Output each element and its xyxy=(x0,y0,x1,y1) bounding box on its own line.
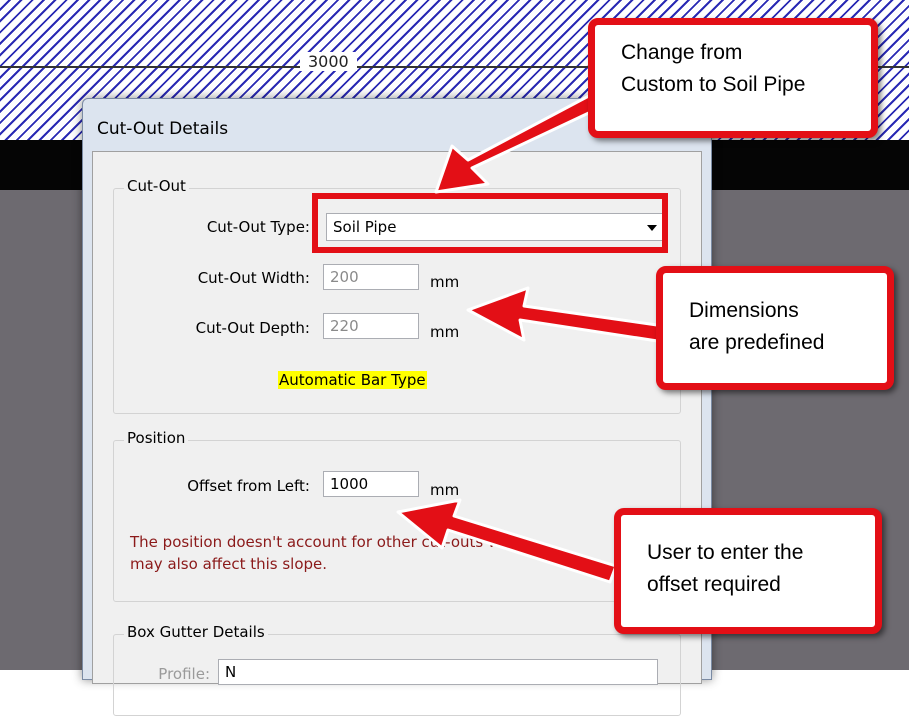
arrow-to-offset-field xyxy=(396,498,618,584)
callout-type-change-line1: Change from xyxy=(621,41,743,64)
callout-dimensions: Dimensions are predefined xyxy=(656,266,894,390)
callout-offset-line2: offset required xyxy=(647,573,781,596)
callout-offset: User to enter the offset required xyxy=(614,508,882,634)
callout-dimensions-line2: are predefined xyxy=(689,331,825,354)
arrow-to-dimensions xyxy=(466,286,666,344)
callout-offset-line1: User to enter the xyxy=(647,541,804,564)
arrow-to-type-dropdown xyxy=(434,88,614,194)
callout-dimensions-line1: Dimensions xyxy=(689,299,799,322)
callout-type-change: Change from Custom to Soil Pipe xyxy=(588,18,878,138)
callout-type-change-line2: Custom to Soil Pipe xyxy=(621,73,806,96)
